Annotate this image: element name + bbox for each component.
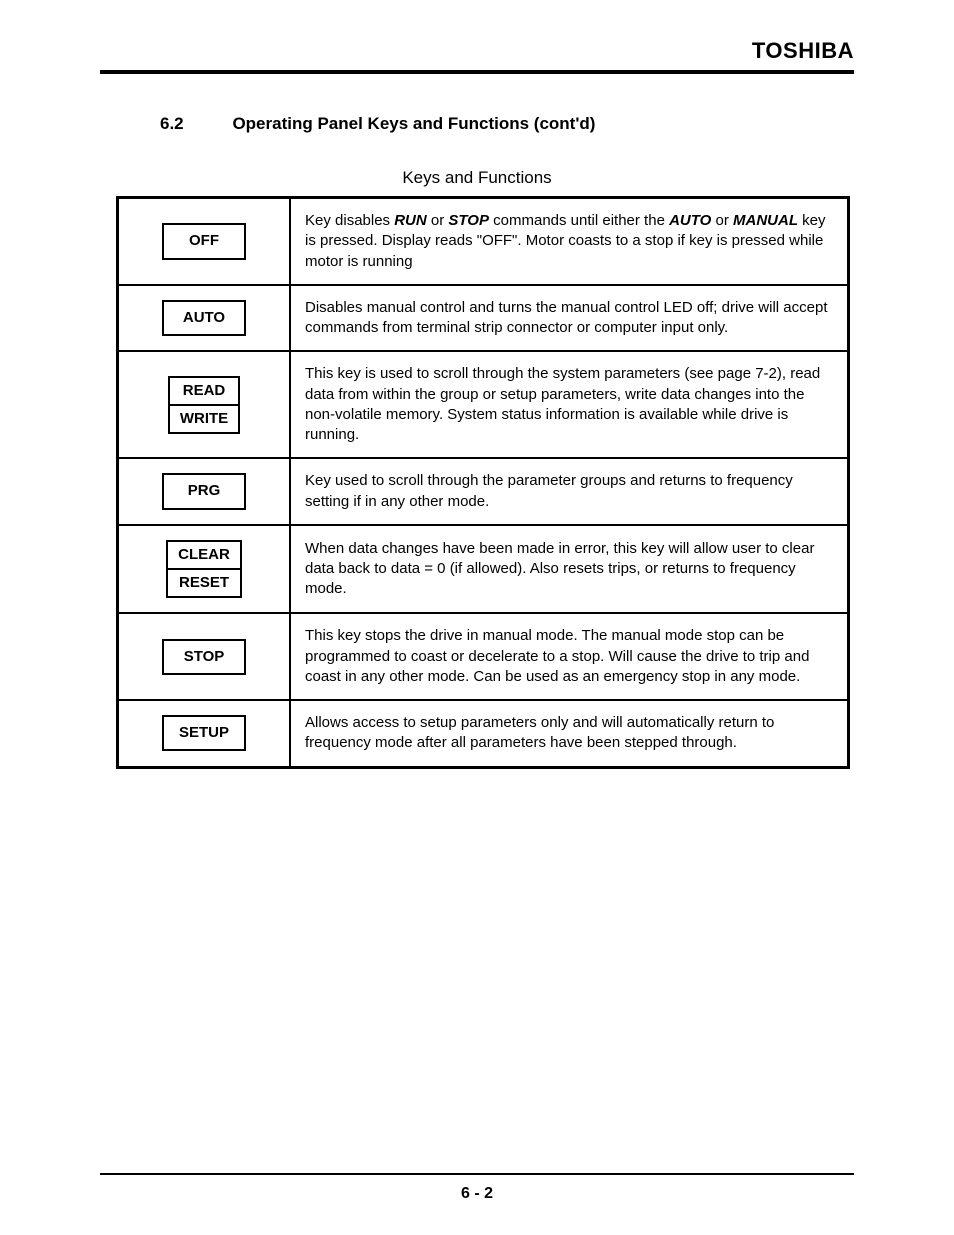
panel-key-auto: AUTO — [162, 300, 246, 336]
key-cell: STOP — [118, 613, 291, 700]
panel-key-segment: WRITE — [170, 404, 238, 432]
document-page: TOSHIBA 6.2 Operating Panel Keys and Fun… — [0, 0, 954, 1235]
keyword-label: RUN — [394, 212, 427, 229]
key-cell: PRG — [118, 458, 291, 525]
table-row: OFF Key disables RUN or STOP commands unt… — [118, 198, 849, 285]
section-title: Operating Panel Keys and Functions (cont… — [232, 114, 595, 133]
key-cell: AUTO — [118, 285, 291, 352]
table-caption: Keys and Functions — [100, 168, 854, 188]
key-cell: SETUP — [118, 700, 291, 767]
panel-key-prg: PRG — [162, 473, 246, 509]
brand-label: TOSHIBA — [752, 38, 854, 63]
description-text: Allows access to setup parameters only a… — [305, 714, 774, 751]
panel-key-stop: STOP — [162, 639, 246, 675]
table-row: AUTO Disables manual control and turns th… — [118, 285, 849, 352]
key-description: Allows access to setup parameters only a… — [290, 700, 849, 767]
table-row: STOP This key stops the drive in manual m… — [118, 613, 849, 700]
key-cell: READWRITE — [118, 351, 291, 458]
description-text: This key stops the drive in manual mode.… — [305, 627, 809, 685]
description-text: Key disables — [305, 212, 394, 229]
panel-key-setup: SETUP — [162, 715, 246, 751]
key-description: Key disables RUN or STOP commands until … — [290, 198, 849, 285]
table-row: PRG Key used to scroll through the parame… — [118, 458, 849, 525]
description-text: commands until either the — [489, 212, 669, 229]
page-number: 6 - 2 — [0, 1185, 954, 1203]
panel-key-segment: CLEAR — [168, 542, 240, 568]
keys-functions-table: OFF Key disables RUN or STOP commands unt… — [116, 196, 850, 769]
header-rule — [100, 70, 854, 74]
description-text: Key used to scroll through the parameter… — [305, 472, 793, 509]
description-text: or — [427, 212, 449, 229]
description-text: Disables manual control and turns the ma… — [305, 299, 828, 336]
description-text: This key is used to scroll through the s… — [305, 365, 820, 443]
keyword-label: MANUAL — [733, 212, 798, 229]
panel-key-read-write: READWRITE — [168, 376, 240, 435]
keyword-label: AUTO — [669, 212, 711, 229]
section-number: 6.2 — [160, 114, 228, 134]
panel-key-segment: RESET — [168, 568, 240, 596]
table-row: SETUP Allows access to setup parameters o… — [118, 700, 849, 767]
description-text: or — [711, 212, 733, 229]
key-description: This key is used to scroll through the s… — [290, 351, 849, 458]
panel-key-off: OFF — [162, 223, 246, 259]
table-row: READWRITE This key is used to scroll thro… — [118, 351, 849, 458]
key-description: When data changes have been made in erro… — [290, 525, 849, 614]
brand-row: TOSHIBA — [100, 38, 854, 70]
key-description: Disables manual control and turns the ma… — [290, 285, 849, 352]
key-cell: OFF — [118, 198, 291, 285]
section-heading: 6.2 Operating Panel Keys and Functions (… — [160, 114, 854, 134]
key-cell: CLEARRESET — [118, 525, 291, 614]
keyword-label: STOP — [448, 212, 489, 229]
key-description: This key stops the drive in manual mode.… — [290, 613, 849, 700]
footer-rule — [100, 1173, 854, 1175]
panel-key-segment: READ — [170, 378, 238, 404]
key-description: Key used to scroll through the parameter… — [290, 458, 849, 525]
description-text: When data changes have been made in erro… — [305, 540, 814, 598]
panel-key-clear-reset: CLEARRESET — [166, 540, 242, 599]
table-row: CLEARRESET When data changes have been ma… — [118, 525, 849, 614]
